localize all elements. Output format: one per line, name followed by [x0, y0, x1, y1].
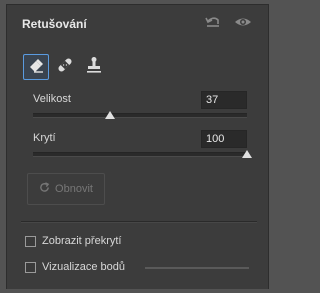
size-slider-track[interactable]: [33, 113, 247, 118]
retouch-panel: Retušování Velikost 37 Krytí 100 Obnovit…: [6, 4, 269, 289]
refresh-icon: [39, 182, 50, 196]
bandage-tool[interactable]: [52, 54, 78, 80]
opacity-label: Krytí: [33, 132, 56, 144]
clone-stamp-tool[interactable]: [81, 54, 107, 80]
divider: [21, 221, 257, 223]
eye-icon[interactable]: [234, 14, 252, 35]
eraser-tool[interactable]: [23, 54, 49, 80]
opacity-slider-thumb[interactable]: [242, 150, 252, 158]
reset-label: Obnovit: [55, 183, 93, 195]
visualize-spots-slider[interactable]: [145, 267, 249, 269]
panel-title: Retušování: [22, 17, 87, 31]
opacity-input[interactable]: 100: [201, 130, 247, 148]
eraser-icon: [27, 56, 45, 79]
bandage-icon: [56, 56, 74, 79]
size-slider-thumb[interactable]: [105, 111, 116, 119]
show-overlay-checkbox[interactable]: [25, 235, 36, 247]
reset-button[interactable]: Obnovit: [27, 173, 105, 205]
stamp-icon: [85, 56, 103, 79]
visualize-spots-option[interactable]: Vizualizace bodů: [25, 261, 125, 273]
opacity-slider-track[interactable]: [33, 152, 247, 157]
visualize-spots-checkbox[interactable]: [25, 261, 36, 273]
show-overlay-option[interactable]: Zobrazit překrytí: [25, 235, 121, 247]
show-overlay-label: Zobrazit překrytí: [42, 235, 122, 247]
visualize-spots-label: Vizualizace bodů: [42, 261, 125, 273]
size-label: Velikost: [33, 93, 71, 105]
size-input[interactable]: 37: [201, 91, 247, 109]
undo-icon[interactable]: [204, 14, 222, 35]
